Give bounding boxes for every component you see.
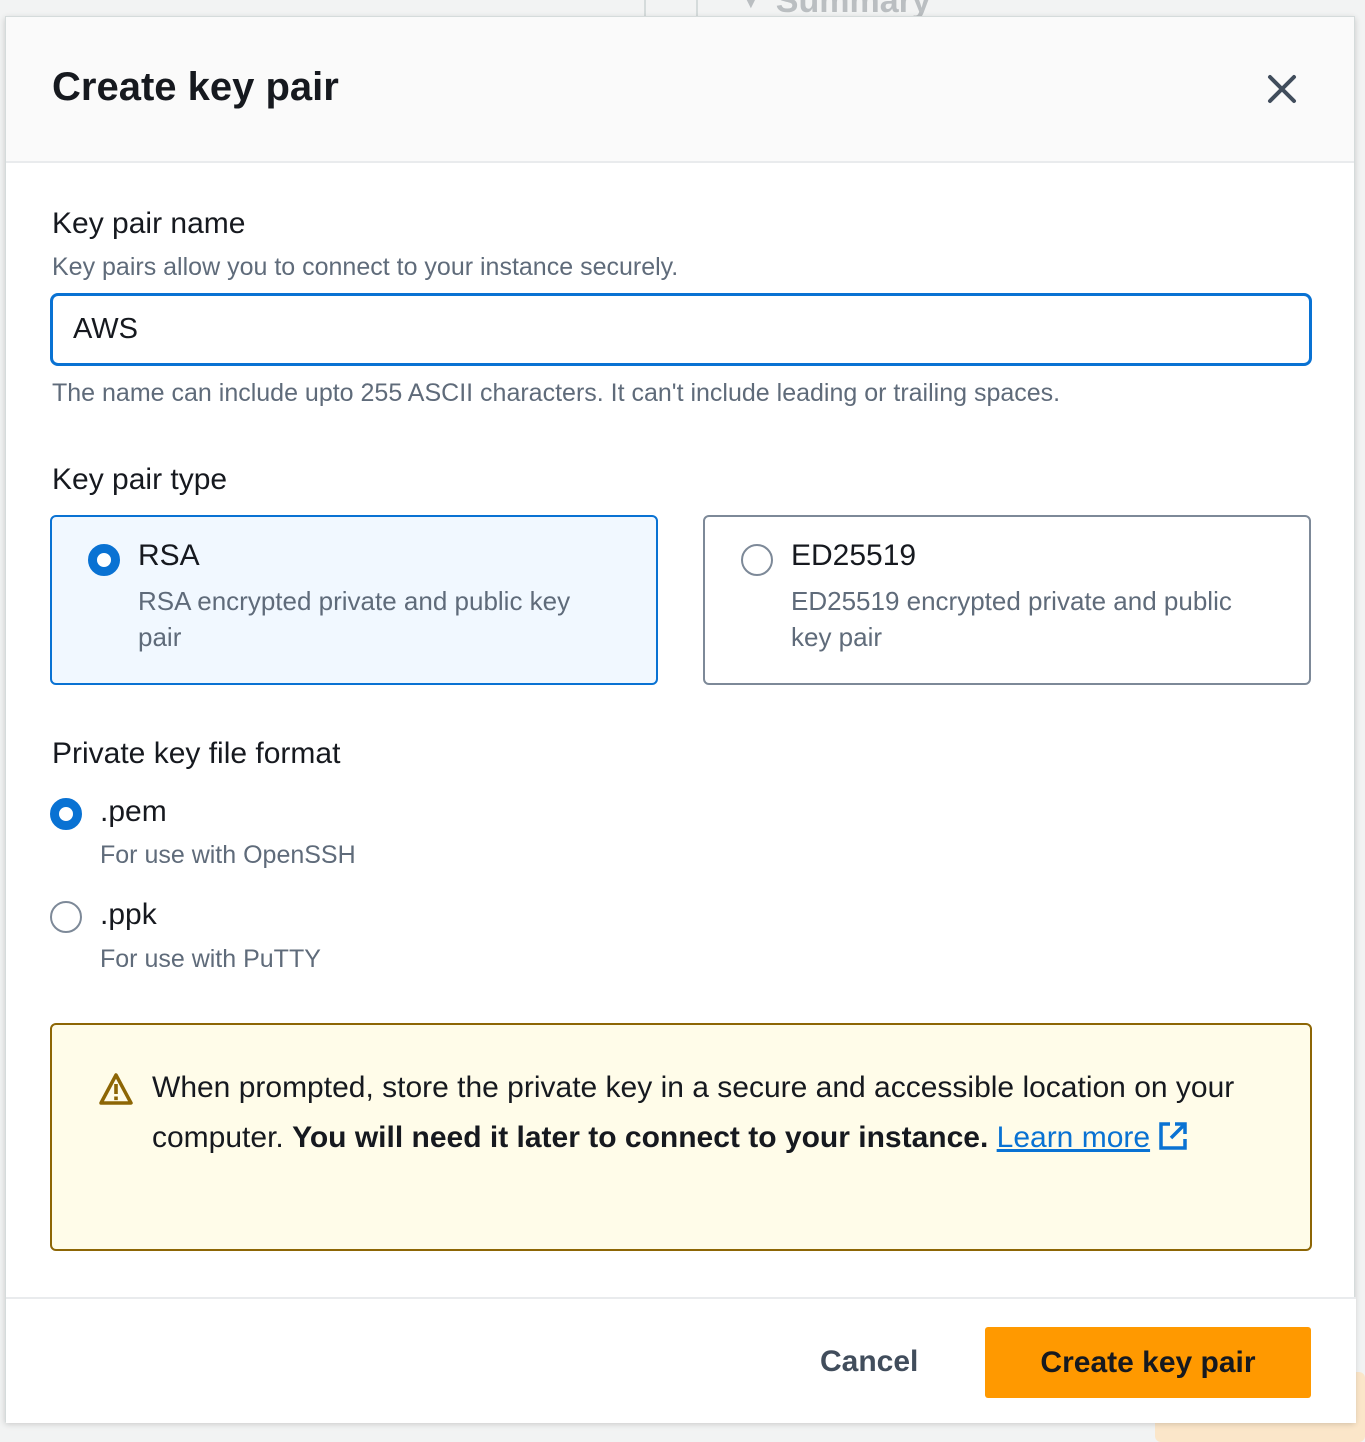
file-format-label: Private key file format [52, 737, 341, 770]
modal-footer: Cancel Create key pair [6, 1297, 1356, 1423]
key-pair-type-label: Key pair type [52, 463, 228, 496]
key-pair-name-label: Key pair name [52, 207, 246, 240]
learn-more-label: Learn more [996, 1121, 1151, 1154]
format-option-pem-title[interactable]: .pem [100, 795, 167, 829]
background-divider [644, 0, 646, 16]
format-option-pem-description: For use with OpenSSH [100, 841, 356, 869]
modal-header: Create key pair [6, 17, 1354, 163]
key-pair-name-input[interactable] [50, 293, 1312, 366]
create-key-pair-button[interactable]: Create key pair [985, 1327, 1311, 1398]
key-type-option-description: ED25519 encrypted private and public key… [791, 586, 1232, 652]
ed25519-radio[interactable] [741, 544, 773, 576]
format-option-ppk-title[interactable]: .ppk [100, 898, 157, 932]
key-pair-name-description: Key pairs allow you to connect to your i… [52, 253, 679, 281]
key-type-option-title: ED25519 [791, 539, 917, 572]
key-pair-name-constraint: The name can include upto 255 ASCII char… [52, 379, 1061, 407]
close-icon [1268, 75, 1296, 103]
cancel-button[interactable]: Cancel [796, 1327, 942, 1397]
create-key-pair-modal: Create key pair Key pair name Key pairs … [5, 16, 1356, 1423]
warning-icon [99, 1073, 133, 1105]
key-type-option-description: RSA encrypted private and public key pai… [138, 586, 571, 652]
learn-more-link[interactable]: Learn more [997, 1121, 1190, 1154]
ppk-radio[interactable] [50, 901, 82, 933]
key-type-option-title: RSA [138, 539, 200, 572]
warning-text: When prompted, store the private key in … [152, 1063, 1262, 1163]
close-button[interactable] [1260, 67, 1304, 111]
warning-text-bold: You will need it later to connect to you… [292, 1121, 989, 1154]
warning-alert: When prompted, store the private key in … [50, 1023, 1312, 1251]
pem-radio[interactable] [50, 798, 82, 830]
rsa-radio[interactable] [88, 544, 120, 576]
key-type-option-ed25519[interactable]: ED25519 ED25519 encrypted private and pu… [703, 515, 1311, 685]
key-type-option-rsa[interactable]: RSA RSA encrypted private and public key… [50, 515, 658, 685]
modal-title: Create key pair [52, 65, 339, 109]
format-option-ppk-description: For use with PuTTY [100, 945, 321, 973]
external-link-icon [1159, 1122, 1187, 1150]
background-divider [696, 0, 698, 16]
